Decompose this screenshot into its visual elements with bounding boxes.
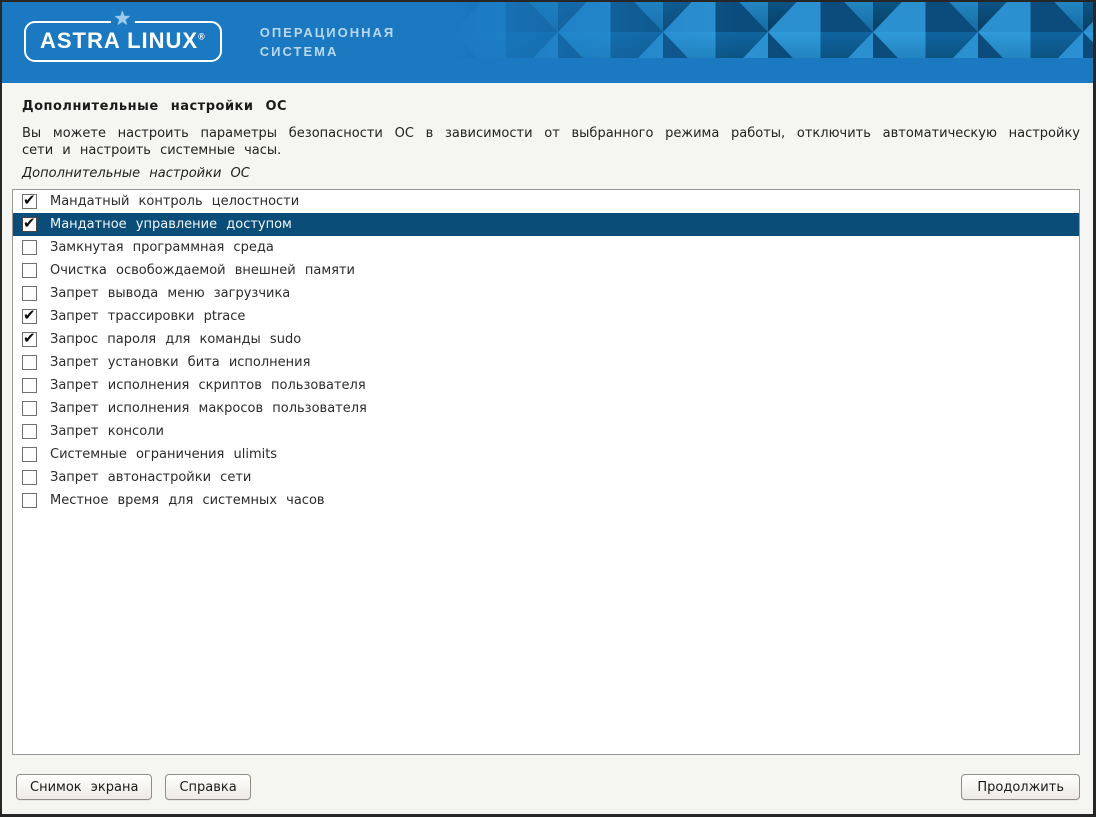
header-banner: ★ ASTRA LINUX® ОПЕРАЦИОННАЯ СИСТЕМА <box>2 2 1093 83</box>
option-label: Местное время для системных часов <box>50 493 325 508</box>
option-label: Запрет установки бита исполнения <box>50 355 310 370</box>
checkbox-icon[interactable] <box>22 378 37 393</box>
option-row[interactable]: Местное время для системных часов <box>13 489 1079 512</box>
star-icon: ★ <box>111 10 135 27</box>
option-row[interactable]: Очистка освобождаемой внешней памяти <box>13 259 1079 282</box>
option-label: Системные ограничения ulimits <box>50 447 277 462</box>
option-label: Запрет вывода меню загрузчика <box>50 286 290 301</box>
option-row[interactable]: Запрет вывода меню загрузчика <box>13 282 1079 305</box>
continue-button[interactable]: Продолжить <box>961 774 1080 800</box>
option-row[interactable]: Запрет консоли <box>13 420 1079 443</box>
option-label: Запрет консоли <box>50 424 164 439</box>
checkbox-icon[interactable] <box>22 332 37 347</box>
checkbox-icon[interactable] <box>22 286 37 301</box>
option-label: Очистка освобождаемой внешней памяти <box>50 263 355 278</box>
page-description: Вы можете настроить параметры безопаснос… <box>22 125 1080 159</box>
checkbox-icon[interactable] <box>22 263 37 278</box>
option-row[interactable]: Запрет установки бита исполнения <box>13 351 1079 374</box>
checkbox-icon[interactable] <box>22 493 37 508</box>
logo-text: ASTRA LINUX <box>40 28 198 53</box>
screenshot-button[interactable]: Снимок экрана <box>16 774 152 800</box>
checkbox-icon[interactable] <box>22 470 37 485</box>
options-group-label: Дополнительные настройки ОС <box>22 166 1080 181</box>
footer-bar: Снимок экрана Справка Продолжить <box>2 770 1093 814</box>
option-label: Запрос пароля для команды sudo <box>50 332 301 347</box>
page-title: Дополнительные настройки ОС <box>22 99 1080 114</box>
option-label: Мандатный контроль целостности <box>50 194 299 209</box>
header-pattern-fade <box>453 2 1093 83</box>
option-row[interactable]: Запрет исполнения макросов пользователя <box>13 397 1079 420</box>
option-row[interactable]: Мандатный контроль целостности <box>13 190 1079 213</box>
checkbox-icon[interactable] <box>22 424 37 439</box>
checkbox-icon[interactable] <box>22 240 37 255</box>
option-label: Запрет трассировки ptrace <box>50 309 245 324</box>
checkbox-icon[interactable] <box>22 194 37 209</box>
brand-line1: ОПЕРАЦИОННАЯ <box>260 23 396 42</box>
checkbox-icon[interactable] <box>22 447 37 462</box>
option-label: Запрет исполнения скриптов пользователя <box>50 378 366 393</box>
option-label: Замкнутая программная среда <box>50 240 274 255</box>
option-row[interactable]: Запрос пароля для команды sudo <box>13 328 1079 351</box>
option-row[interactable]: Запрет автонастройки сети <box>13 466 1079 489</box>
checkbox-icon[interactable] <box>22 217 37 232</box>
option-row[interactable]: Замкнутая программная среда <box>13 236 1079 259</box>
registered-mark: ® <box>198 32 206 42</box>
logo-box: ★ ASTRA LINUX® <box>24 21 222 62</box>
option-label: Мандатное управление доступом <box>50 217 292 232</box>
checkbox-icon[interactable] <box>22 309 37 324</box>
option-label: Запрет исполнения макросов пользователя <box>50 401 367 416</box>
astra-linux-logo: ★ ASTRA LINUX® ОПЕРАЦИОННАЯ СИСТЕМА <box>24 21 395 62</box>
options-list: Мандатный контроль целостности Мандатное… <box>12 189 1080 755</box>
checkbox-icon[interactable] <box>22 355 37 370</box>
help-button[interactable]: Справка <box>165 774 250 800</box>
checkbox-icon[interactable] <box>22 401 37 416</box>
option-row[interactable]: Запрет исполнения скриптов пользователя <box>13 374 1079 397</box>
option-label: Запрет автонастройки сети <box>50 470 251 485</box>
option-row[interactable]: Системные ограничения ulimits <box>13 443 1079 466</box>
main-content: Дополнительные настройки ОС Вы можете на… <box>2 83 1093 770</box>
option-row[interactable]: Запрет трассировки ptrace <box>13 305 1079 328</box>
brand-line2: СИСТЕМА <box>260 42 396 61</box>
option-row[interactable]: Мандатное управление доступом <box>13 213 1079 236</box>
installer-window: ★ ASTRA LINUX® ОПЕРАЦИОННАЯ СИСТЕМА Допо… <box>0 0 1096 817</box>
brand-text: ОПЕРАЦИОННАЯ СИСТЕМА <box>260 23 396 61</box>
